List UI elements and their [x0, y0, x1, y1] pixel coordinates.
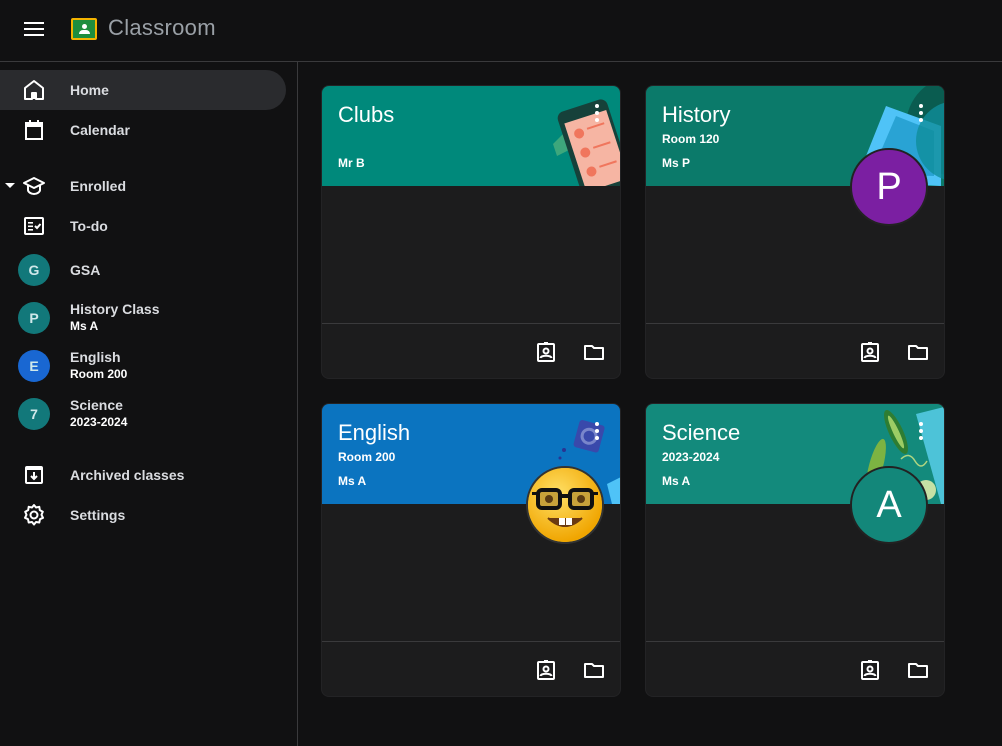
sidebar-item-label: To-do: [70, 218, 108, 234]
card-header[interactable]: Clubs Mr B: [322, 86, 620, 186]
class-avatar: E: [18, 350, 50, 382]
sidebar-item-class[interactable]: G GSA: [0, 250, 286, 290]
card-teacher: Ms P: [662, 156, 691, 170]
sidebar-item-label: Archived classes: [70, 467, 185, 483]
sidebar-item-label: Enrolled: [70, 178, 127, 194]
class-card[interactable]: English Room 200 Ms A: [321, 403, 621, 697]
class-avatar: G: [18, 254, 50, 286]
sidebar-item-subtitle: Ms A: [70, 319, 99, 333]
sidebar-item-enrolled[interactable]: Enrolled: [0, 166, 286, 206]
class-card[interactable]: Clubs Mr B: [321, 85, 621, 379]
home-icon: [24, 80, 44, 100]
sidebar-item-subtitle: Room 200: [70, 367, 128, 381]
more-options-icon[interactable]: [918, 422, 924, 440]
sidebar: Home Calendar Enrolled To-do G GSA P His…: [0, 62, 298, 746]
card-section: 2023-2024: [662, 450, 720, 464]
card-teacher: Ms A: [662, 474, 691, 488]
sidebar-item-home[interactable]: Home: [0, 70, 286, 110]
top-app-bar: Classroom: [0, 0, 1002, 62]
class-avatar: P: [18, 302, 50, 334]
more-options-icon[interactable]: [594, 422, 600, 440]
nerd-face-icon: [528, 468, 602, 542]
sidebar-item-label: History Class: [70, 301, 160, 317]
card-title[interactable]: Science: [662, 420, 740, 446]
assignment-ind-icon[interactable]: [858, 658, 882, 682]
class-card[interactable]: History Room 120 Ms P P: [645, 85, 945, 379]
card-teacher: Ms A: [338, 474, 367, 488]
card-divider: [322, 323, 620, 324]
classroom-logo-icon[interactable]: [71, 18, 97, 40]
sidebar-item-label: Home: [70, 82, 109, 98]
card-section: Room 200: [338, 450, 396, 464]
assignment-ind-icon[interactable]: [534, 340, 558, 364]
card-title[interactable]: Clubs: [338, 102, 394, 128]
sidebar-item-subtitle: 2023-2024: [70, 415, 128, 429]
card-divider: [646, 323, 944, 324]
teacher-avatar-nerd-face: [526, 466, 604, 544]
sidebar-item-label: Settings: [70, 507, 126, 523]
sidebar-item-todo[interactable]: To-do: [0, 206, 286, 246]
card-divider: [646, 641, 944, 642]
todo-list-icon: [24, 217, 44, 235]
teacher-avatar: P: [850, 148, 928, 226]
teacher-avatar: A: [850, 466, 928, 544]
sidebar-item-settings[interactable]: Settings: [0, 495, 286, 535]
sidebar-item-label: GSA: [70, 262, 101, 278]
main-menu-button[interactable]: [24, 22, 44, 36]
archive-icon: [25, 466, 43, 484]
sidebar-item-label: Science: [70, 397, 123, 413]
sidebar-item-label: English: [70, 349, 121, 365]
sidebar-item-class[interactable]: E English Room 200: [0, 346, 286, 386]
sidebar-item-class[interactable]: 7 Science 2023-2024: [0, 394, 286, 434]
assignment-ind-icon[interactable]: [858, 340, 882, 364]
folder-icon[interactable]: [906, 340, 930, 364]
school-icon: [23, 177, 45, 196]
more-options-icon[interactable]: [594, 104, 600, 122]
card-title[interactable]: English: [338, 420, 410, 446]
sidebar-item-label: Calendar: [70, 122, 130, 138]
sidebar-item-archived[interactable]: Archived classes: [0, 455, 286, 495]
gear-icon: [24, 504, 44, 526]
app-title[interactable]: Classroom: [108, 15, 216, 41]
folder-icon[interactable]: [906, 658, 930, 682]
card-section: Room 120: [662, 132, 720, 146]
class-avatar: 7: [18, 398, 50, 430]
sidebar-item-class[interactable]: P History Class Ms A: [0, 298, 286, 338]
card-divider: [322, 641, 620, 642]
caret-down-icon[interactable]: [5, 183, 15, 188]
folder-icon[interactable]: [582, 658, 606, 682]
assignment-ind-icon[interactable]: [534, 658, 558, 682]
more-options-icon[interactable]: [918, 104, 924, 122]
calendar-icon: [25, 120, 43, 140]
card-title[interactable]: History: [662, 102, 730, 128]
class-card[interactable]: Science 2023-2024 Ms A A: [645, 403, 945, 697]
folder-icon[interactable]: [582, 340, 606, 364]
sidebar-item-calendar[interactable]: Calendar: [0, 110, 286, 150]
phone-illustration-icon: [553, 99, 620, 186]
card-teacher: Mr B: [338, 156, 365, 170]
